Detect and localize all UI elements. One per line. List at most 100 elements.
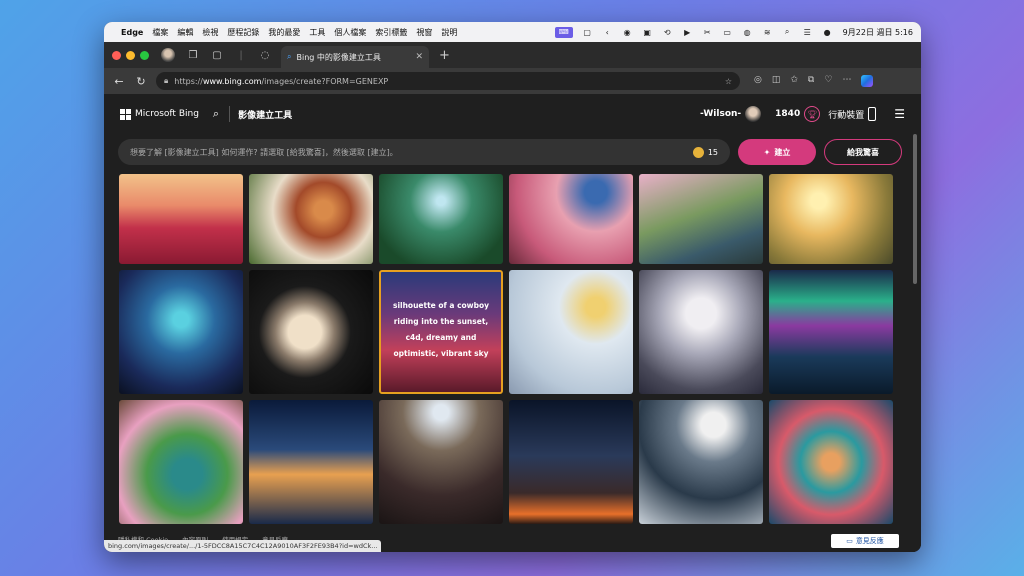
prompt-row: 想要了解 [影像建立工具] 如何運作? 請選取 [給我驚喜]，然後選取 [建立]…: [104, 134, 921, 170]
gallery-image-aurora[interactable]: [769, 270, 893, 394]
rewards-trophy-icon[interactable]: 🏆︎: [804, 106, 821, 122]
create-button[interactable]: ✦ 建立: [738, 139, 816, 165]
gallery-image-tulips[interactable]: [119, 174, 243, 264]
profile-avatar[interactable]: [161, 48, 175, 62]
battery-icon[interactable]: ▭: [722, 27, 733, 38]
menu-app-edge[interactable]: Edge: [121, 28, 143, 37]
phone-icon[interactable]: [868, 107, 877, 121]
user-icon[interactable]: ◍: [742, 27, 753, 38]
menu-tabs[interactable]: 索引標籤: [375, 27, 407, 38]
close-window-button[interactable]: [112, 50, 121, 60]
tab-bing-image-creator[interactable]: ⌕ Bing 中的影像建立工具 ✕: [281, 46, 429, 68]
window-controls: [112, 50, 149, 60]
cut-icon[interactable]: ✂: [702, 27, 713, 38]
page-scrollbar[interactable]: [913, 134, 917, 284]
new-tab-button[interactable]: +: [439, 48, 450, 63]
more-icon[interactable]: ⋯: [842, 75, 851, 87]
browser-essentials-icon[interactable]: ♡: [824, 75, 832, 87]
screen-icon[interactable]: ▣: [642, 27, 653, 38]
search-icon[interactable]: ⌕: [213, 107, 219, 121]
header-divider: [229, 106, 231, 122]
copilot-icon[interactable]: [861, 75, 874, 87]
menu-profile[interactable]: 個人檔案: [334, 27, 366, 38]
menu-window[interactable]: 視窗: [416, 27, 432, 38]
tab-bar: ❒ ▢ | ◌ ⌕ Bing 中的影像建立工具 ✕ +: [104, 42, 921, 68]
address-url: https://www.bing.com/images/create?FORM=…: [174, 76, 389, 86]
gallery-image-moon[interactable]: [249, 270, 373, 394]
menu-file[interactable]: 檔案: [152, 27, 168, 38]
bing-search-favicon-icon: ⌕: [287, 52, 292, 61]
hamburger-menu-icon[interactable]: ☰: [894, 107, 905, 121]
gallery-image-polar-bears-lemonade[interactable]: [509, 270, 633, 394]
wifi-icon[interactable]: ≋: [762, 27, 773, 38]
mobile-label[interactable]: 行動裝置: [828, 108, 864, 121]
menu-history[interactable]: 歷程記錄: [227, 27, 259, 38]
gallery-image-campfire-stars[interactable]: [509, 400, 633, 524]
gallery-image-waterfall[interactable]: [379, 174, 503, 264]
close-tab-icon[interactable]: ✕: [415, 52, 423, 62]
toolbar-icons: ◎ ◫ ✩ ⧉ ♡ ⋯: [754, 75, 874, 87]
gallery-image-cowboy-sunset[interactable]: silhouette of a cowboy riding into the s…: [379, 270, 503, 394]
minimize-window-button[interactable]: [126, 50, 135, 60]
surprise-me-button[interactable]: 給我驚喜: [824, 139, 902, 165]
image-gallery: silhouette of a cowboy riding into the s…: [119, 174, 893, 524]
link-status-bar: bing.com/images/create/.../1-5FDCC8A15C7…: [104, 540, 382, 552]
menu-edit[interactable]: 編輯: [177, 27, 193, 38]
tab-actions-icon[interactable]: ▢: [209, 47, 225, 63]
user-avatar[interactable]: [745, 106, 762, 122]
window-icon[interactable]: ▢: [582, 27, 593, 38]
boost-count: 15: [707, 147, 718, 157]
menu-help[interactable]: 說明: [441, 27, 457, 38]
gallery-image-park-sunset[interactable]: [769, 174, 893, 264]
product-title[interactable]: 影像建立工具: [238, 108, 292, 121]
sync-icon[interactable]: ⟲: [662, 27, 673, 38]
inactive-tab-icon[interactable]: ◌: [257, 47, 273, 63]
browser-window: Edge 檔案 編輯 檢視 歷程記錄 我的最愛 工具 個人檔案 索引標籤 視窗 …: [104, 22, 921, 552]
gallery-image-peacock[interactable]: [119, 400, 243, 524]
refresh-button[interactable]: ↻: [134, 75, 148, 88]
lock-icon: 🔒︎: [164, 76, 169, 85]
prompt-input[interactable]: 想要了解 [影像建立工具] 如何運作? 請選取 [給我驚喜]，然後選取 [建立]…: [118, 139, 730, 165]
extension-icon[interactable]: ◎: [754, 75, 762, 87]
menu-view[interactable]: 檢視: [202, 27, 218, 38]
play-icon[interactable]: ▶: [682, 27, 693, 38]
gallery-image-city-night[interactable]: [249, 400, 373, 524]
menu-tools[interactable]: 工具: [309, 27, 325, 38]
menubar-clock[interactable]: 9月22日 週日 5:16: [843, 27, 913, 38]
chat-icon: ▭: [846, 537, 853, 545]
back-button[interactable]: ←: [112, 75, 126, 88]
microsoft-logo-icon[interactable]: [120, 108, 131, 120]
favorite-star-icon[interactable]: ☆: [725, 77, 732, 86]
address-bar[interactable]: 🔒︎ https://www.bing.com/images/create?FO…: [156, 72, 740, 90]
chevron-left-icon[interactable]: ‹: [602, 27, 613, 38]
boost-coin-icon: [692, 146, 704, 158]
image-hover-caption: silhouette of a cowboy riding into the s…: [392, 301, 490, 358]
bing-header: Microsoft Bing ⌕ 影像建立工具 -Wilson- 1840 🏆︎…: [104, 94, 921, 134]
search-icon[interactable]: ⌕: [782, 27, 793, 38]
brand-name[interactable]: Microsoft Bing: [135, 109, 199, 119]
gallery-image-robot-library[interactable]: [379, 400, 503, 524]
zoom-window-button[interactable]: [140, 50, 149, 60]
rewards-points[interactable]: 1840: [775, 109, 800, 119]
prompt-placeholder: 想要了解 [影像建立工具] 如何運作? 請選取 [給我驚喜]，然後選取 [建立]…: [130, 147, 398, 157]
record-icon[interactable]: ◉: [622, 27, 633, 38]
gallery-image-butterfly-blossoms[interactable]: [509, 174, 633, 264]
keyboard-icon[interactable]: ⌨: [554, 26, 573, 38]
siri-icon[interactable]: ●: [822, 27, 833, 38]
favorites-icon[interactable]: ✩: [790, 75, 798, 87]
feedback-button[interactable]: ▭ 意見反應: [831, 534, 899, 548]
collections-icon[interactable]: ⧉: [808, 75, 814, 87]
tab-title: Bing 中的影像建立工具: [296, 52, 381, 62]
workspaces-icon[interactable]: ❒: [185, 47, 201, 63]
split-screen-icon[interactable]: ◫: [772, 75, 781, 87]
gallery-image-silver-bouquet[interactable]: [639, 270, 763, 394]
user-name[interactable]: -Wilson-: [700, 109, 741, 119]
gallery-image-coral-reef[interactable]: [769, 400, 893, 524]
control-center-icon[interactable]: ☰: [802, 27, 813, 38]
navigation-bar: ← ↻ 🔒︎ https://www.bing.com/images/creat…: [104, 68, 921, 94]
gallery-image-fantasy-forest[interactable]: [119, 270, 243, 394]
gallery-image-polar-bears-moon[interactable]: [639, 400, 763, 524]
gallery-image-picnic[interactable]: [249, 174, 373, 264]
gallery-image-stream[interactable]: [639, 174, 763, 264]
menu-favorites[interactable]: 我的最愛: [268, 27, 300, 38]
